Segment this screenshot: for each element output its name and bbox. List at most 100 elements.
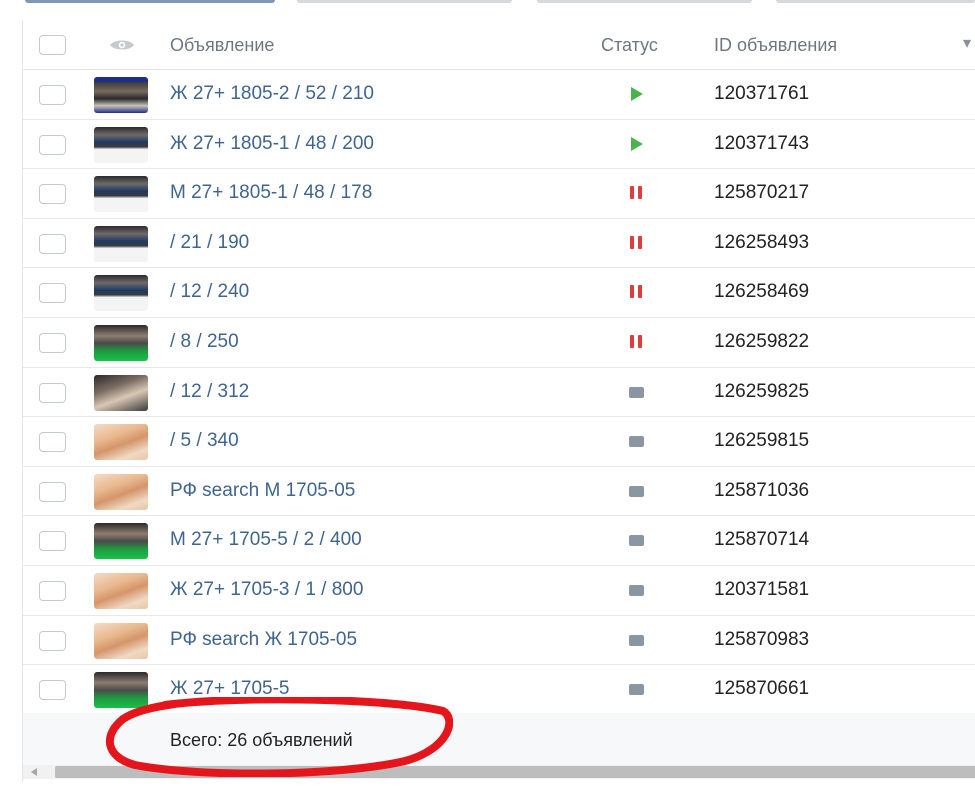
table-row[interactable]: РФ search Ж 1705-05 125870983 xyxy=(23,616,975,666)
row-checkbox[interactable] xyxy=(39,134,66,155)
ad-title-link[interactable]: Ж 27+ 1805-1 / 48 / 200 xyxy=(170,133,374,155)
ad-thumbnail xyxy=(94,672,148,709)
ad-title-link[interactable]: М 27+ 1805-1 / 48 / 178 xyxy=(170,182,372,204)
ad-id: 125870714 xyxy=(714,529,810,551)
row-checkbox[interactable] xyxy=(39,233,66,254)
ad-id: 120371743 xyxy=(714,132,810,154)
table-footer: Всего: 26 объявлений xyxy=(23,713,975,765)
row-checkbox[interactable] xyxy=(39,481,66,502)
stop-icon xyxy=(629,585,644,596)
sort-arrow-icon[interactable]: ▾ xyxy=(963,33,971,53)
status-paused-icon[interactable] xyxy=(629,284,645,300)
row-checkbox[interactable] xyxy=(39,85,66,105)
row-checkbox[interactable] xyxy=(39,184,66,205)
row-checkbox[interactable] xyxy=(39,283,66,304)
top-tab[interactable] xyxy=(776,0,975,3)
status-stopped-icon[interactable] xyxy=(629,384,645,400)
status-running-icon[interactable] xyxy=(629,86,645,102)
stop-icon xyxy=(629,634,644,646)
stop-icon xyxy=(629,436,644,448)
table-row[interactable]: Ж 27+ 1805-2 / 52 / 210 120371761 xyxy=(23,70,975,120)
ad-thumbnail xyxy=(94,325,148,361)
ad-id: 125870217 xyxy=(714,182,810,204)
column-header-ad[interactable]: Объявление xyxy=(170,35,274,56)
ad-title-link[interactable]: / 8 / 250 xyxy=(170,331,239,353)
column-header-status[interactable]: Статус xyxy=(601,35,658,56)
status-stopped-icon[interactable] xyxy=(629,681,645,697)
row-checkbox[interactable] xyxy=(39,531,66,552)
status-paused-icon[interactable] xyxy=(629,185,645,201)
ad-title-link[interactable]: / 12 / 312 xyxy=(170,381,249,403)
table-row[interactable]: / 8 / 250 126259822 xyxy=(23,318,975,368)
status-stopped-icon[interactable] xyxy=(629,433,645,449)
pause-icon xyxy=(630,186,645,200)
ad-id: 126259822 xyxy=(714,331,810,352)
eye-icon[interactable] xyxy=(109,38,135,52)
top-tab[interactable] xyxy=(297,0,512,3)
table-row[interactable]: Ж 27+ 1805-1 / 48 / 200 120371743 xyxy=(23,120,975,170)
ad-id: 120371581 xyxy=(714,579,810,600)
top-tab-strip xyxy=(0,0,975,8)
row-checkbox[interactable] xyxy=(39,630,66,651)
status-stopped-icon[interactable] xyxy=(629,483,645,499)
pause-icon xyxy=(630,335,645,348)
table-row[interactable]: / 12 / 312 126259825 xyxy=(23,368,975,418)
status-running-icon[interactable] xyxy=(629,136,645,152)
ad-thumbnail xyxy=(94,374,148,411)
ad-title-link[interactable]: / 5 / 340 xyxy=(170,430,239,452)
ad-thumbnail xyxy=(94,473,148,510)
status-paused-icon[interactable] xyxy=(629,334,645,350)
ad-title-link[interactable]: Ж 27+ 1705-5 xyxy=(170,678,290,700)
ad-thumbnail xyxy=(94,424,148,461)
play-icon xyxy=(631,87,643,101)
pause-icon xyxy=(630,235,645,249)
ad-thumbnail xyxy=(94,275,148,312)
ad-title-link[interactable]: Ж 27+ 1705-3 / 1 / 800 xyxy=(170,579,363,601)
ad-id: 125870661 xyxy=(714,678,810,700)
total-count: Всего: 26 объявлений xyxy=(170,730,353,750)
row-checkbox[interactable] xyxy=(39,680,66,701)
status-stopped-icon[interactable] xyxy=(629,582,645,598)
ad-thumbnail xyxy=(94,77,148,113)
status-stopped-icon[interactable] xyxy=(629,632,645,648)
table-row[interactable]: РФ search М 1705-05 125871036 xyxy=(23,467,975,517)
ad-title-link[interactable]: М 27+ 1705-5 / 2 / 400 xyxy=(170,529,362,551)
ad-id: 120371761 xyxy=(714,83,810,104)
row-checkbox[interactable] xyxy=(39,382,66,403)
ad-title-link[interactable]: Ж 27+ 1805-2 / 52 / 210 xyxy=(170,83,374,105)
row-checkbox[interactable] xyxy=(39,333,66,353)
pause-icon xyxy=(630,285,645,299)
table-row[interactable]: / 21 / 190 126258493 xyxy=(23,219,975,269)
top-tab[interactable] xyxy=(537,0,752,3)
table-row[interactable]: М 27+ 1705-5 / 2 / 400 125870714 xyxy=(23,516,975,566)
ad-id: 125870983 xyxy=(714,628,810,650)
table-row[interactable]: Ж 27+ 1705-5 125870661 xyxy=(23,665,975,715)
table-row[interactable]: М 27+ 1805-1 / 48 / 178 125870217 xyxy=(23,169,975,219)
scroll-thumb[interactable] xyxy=(55,766,975,778)
table-row[interactable]: Ж 27+ 1705-3 / 1 / 800 120371581 xyxy=(23,566,975,616)
ad-title-link[interactable]: РФ search Ж 1705-05 xyxy=(170,629,357,651)
scroll-left-icon[interactable] xyxy=(31,768,37,776)
ad-title-link[interactable]: РФ search М 1705-05 xyxy=(170,480,355,502)
column-header-id[interactable]: ID объявления xyxy=(714,35,837,56)
ad-thumbnail xyxy=(94,573,148,609)
ad-thumbnail xyxy=(94,176,148,213)
select-all-checkbox[interactable] xyxy=(39,35,66,55)
table-row[interactable]: / 12 / 240 126258469 xyxy=(23,268,975,318)
status-stopped-icon[interactable] xyxy=(629,532,645,548)
ad-title-link[interactable]: / 21 / 190 xyxy=(170,232,249,254)
stop-icon xyxy=(629,386,644,398)
ad-title-link[interactable]: / 12 / 240 xyxy=(170,281,249,303)
horizontal-scrollbar[interactable] xyxy=(23,765,975,779)
ad-thumbnail xyxy=(94,622,148,659)
ad-id: 126258493 xyxy=(714,231,810,253)
ad-id: 125871036 xyxy=(714,479,810,501)
stop-icon xyxy=(629,535,644,547)
ad-id: 126259815 xyxy=(714,430,810,452)
play-icon xyxy=(631,136,643,151)
row-checkbox[interactable] xyxy=(39,581,66,601)
row-checkbox[interactable] xyxy=(39,432,66,453)
status-paused-icon[interactable] xyxy=(629,235,645,251)
top-tab-active[interactable] xyxy=(25,0,275,3)
table-row[interactable]: / 5 / 340 126259815 xyxy=(23,417,975,467)
